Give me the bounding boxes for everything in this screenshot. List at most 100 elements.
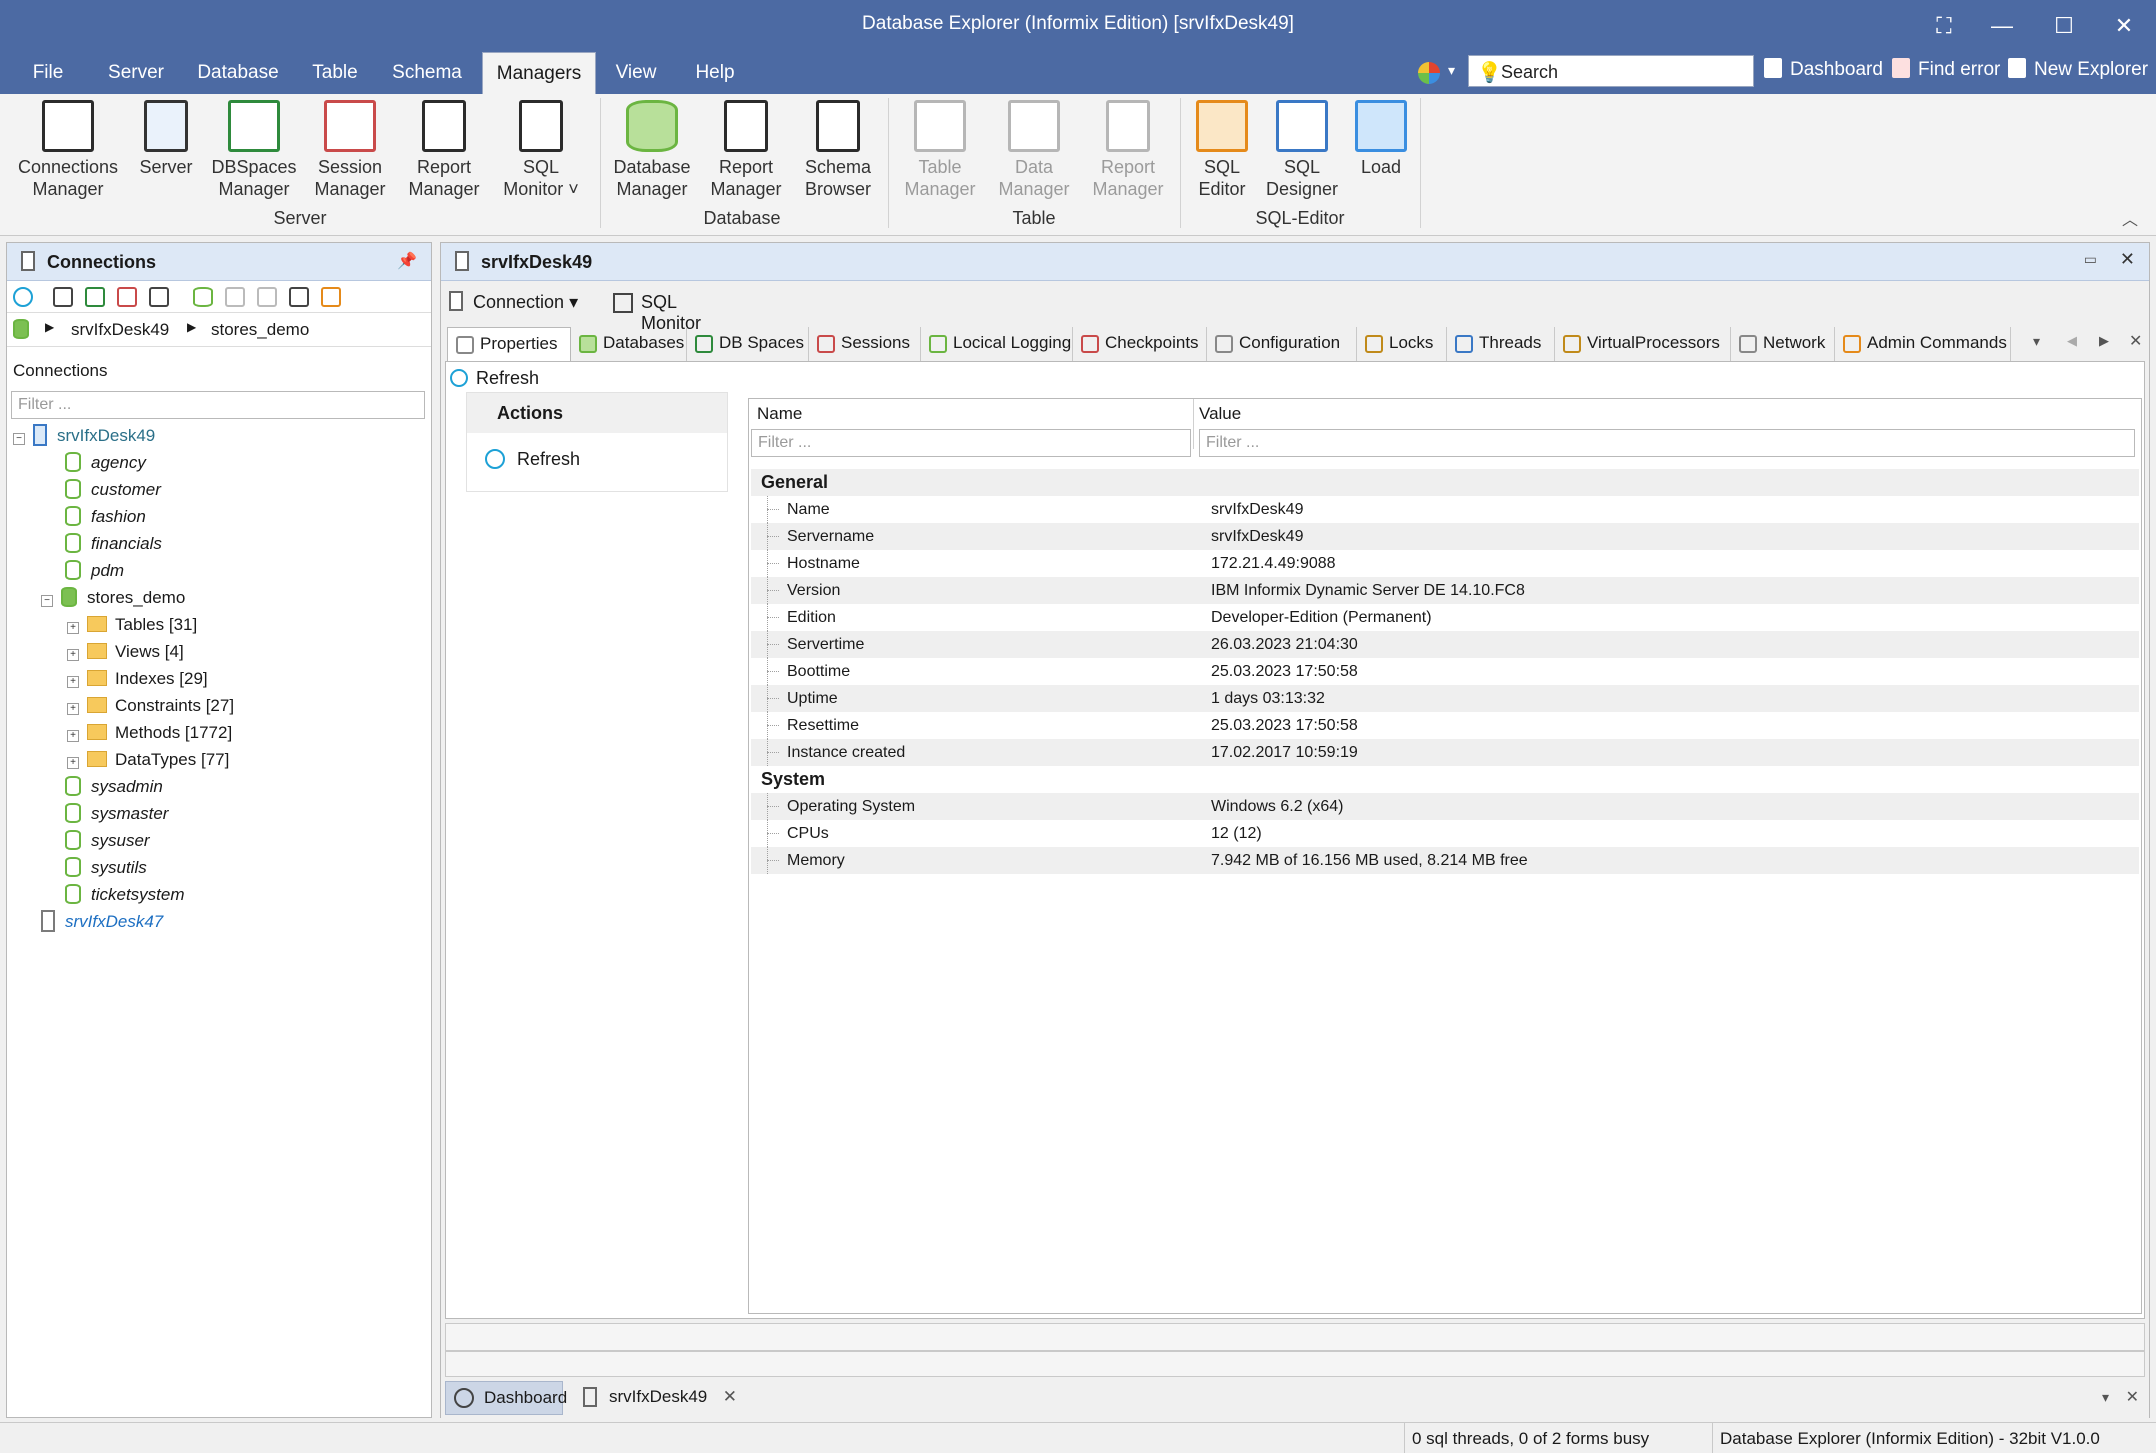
pin-icon[interactable]: 📌 [397, 251, 417, 271]
tab-admin-commands[interactable]: Admin Commands [1835, 327, 2011, 361]
tree-node-db[interactable]: sysmaster [65, 801, 168, 827]
property-row[interactable]: Hostname 172.21.4.49:9088 [751, 550, 2139, 577]
property-row[interactable]: Servertime 26.03.2023 21:04:30 [751, 631, 2139, 658]
tab-properties[interactable]: Properties [447, 327, 571, 363]
sql-editor-icon[interactable] [321, 287, 341, 307]
table-report-manager-button[interactable]: Report Manager [1086, 100, 1170, 200]
sql-designer-button[interactable]: SQL Designer [1260, 100, 1344, 200]
expand-icon[interactable]: + [67, 757, 79, 769]
tab-locical-logging[interactable]: Locical Logging [921, 327, 1073, 361]
property-row[interactable]: Memory 7.942 MB of 16.156 MB used, 8.214 … [751, 847, 2139, 874]
menu-table[interactable]: Table [300, 52, 370, 94]
minimize-button[interactable]: — [1982, 8, 2022, 44]
tab-list-dropdown-icon[interactable]: ▾ [2033, 333, 2040, 350]
refresh-button[interactable]: Refresh [450, 368, 539, 389]
sql-editor-button[interactable]: SQL Editor [1190, 100, 1254, 200]
db-report-manager-button[interactable]: Report Manager [704, 100, 788, 200]
property-row[interactable]: Operating System Windows 6.2 (x64) [751, 793, 2139, 820]
tab-dbspaces[interactable]: DB Spaces [687, 327, 809, 361]
load-button[interactable]: Load [1350, 100, 1412, 178]
property-row[interactable]: Boottime 25.03.2023 17:50:58 [751, 658, 2139, 685]
tab-checkpoints[interactable]: Checkpoints [1073, 327, 1207, 361]
tree-node-tables[interactable]: + Tables [31] [67, 612, 197, 638]
tab-sessions[interactable]: Sessions [809, 327, 921, 361]
section-general[interactable]: General [751, 469, 2139, 496]
table-manager-button[interactable]: Table Manager [898, 100, 982, 200]
menu-schema[interactable]: Schema [384, 52, 470, 94]
breadcrumb-server[interactable]: srvIfxDesk49 [71, 320, 169, 340]
property-row[interactable]: Edition Developer-Edition (Permanent) [751, 604, 2139, 631]
data-manager-button[interactable]: Data Manager [992, 100, 1076, 200]
chevron-down-icon[interactable]: ▾ [2102, 1389, 2109, 1406]
tab-scroll-left-icon[interactable]: ◀ [2067, 333, 2077, 349]
schema-icon[interactable] [289, 287, 309, 307]
tree-node-constraints[interactable]: + Constraints [27] [67, 693, 234, 719]
expand-icon[interactable]: + [67, 676, 79, 688]
tree-node-db[interactable]: pdm [65, 558, 124, 584]
menu-database[interactable]: Database [188, 52, 288, 94]
expand-icon[interactable]: + [67, 730, 79, 742]
sessions-icon[interactable] [117, 287, 137, 307]
horizontal-scrollbar[interactable] [445, 1323, 2145, 1351]
close-tab-icon[interactable]: ✕ [2129, 331, 2142, 351]
schema-browser-button[interactable]: Schema Browser [798, 100, 878, 200]
report-icon[interactable] [149, 287, 169, 307]
tree-node-db[interactable]: ticketsystem [65, 882, 185, 908]
collapse-icon[interactable]: − [41, 595, 53, 607]
tree-node-db[interactable]: fashion [65, 504, 146, 530]
restore-icon[interactable]: ▭ [2084, 251, 2097, 268]
menu-file[interactable]: File [14, 52, 82, 94]
close-icon[interactable]: ✕ [2120, 249, 2135, 270]
connection-dropdown[interactable]: Connection ▾ [473, 292, 578, 313]
tree-node-indexes[interactable]: + Indexes [29] [67, 666, 208, 692]
close-icon[interactable]: ✕ [2126, 1387, 2139, 1407]
tree-node-db[interactable]: customer [65, 477, 161, 503]
tree-node-db[interactable]: sysutils [65, 855, 147, 881]
value-filter-input[interactable]: Filter ... [1199, 429, 2135, 457]
dbspaces-manager-button[interactable]: DBSpaces Manager [206, 100, 302, 200]
connections-manager-button[interactable]: Connections Manager [12, 100, 124, 200]
tree-node-db[interactable]: sysadmin [65, 774, 163, 800]
menu-managers[interactable]: Managers [482, 52, 596, 94]
breadcrumb-database[interactable]: stores_demo [211, 320, 309, 340]
property-row[interactable]: Version IBM Informix Dynamic Server DE 14… [751, 577, 2139, 604]
expand-icon[interactable]: + [67, 703, 79, 715]
tab-locks[interactable]: Locks [1357, 327, 1447, 361]
tree-node-db[interactable]: agency [65, 450, 146, 476]
property-row[interactable]: Servername srvIfxDesk49 [751, 523, 2139, 550]
data-icon[interactable] [257, 287, 277, 307]
tab-databases[interactable]: Databases [571, 327, 687, 361]
tab-threads[interactable]: Threads [1447, 327, 1555, 361]
dashboard-link[interactable]: Dashboard [1764, 58, 1883, 81]
dbspaces-icon[interactable] [85, 287, 105, 307]
server-info-icon[interactable] [53, 287, 73, 307]
tree-node-db[interactable]: sysuser [65, 828, 150, 854]
tree-node-db-open[interactable]: − stores_demo [41, 585, 185, 611]
doctab-dashboard[interactable]: Dashboard [445, 1381, 567, 1415]
tree-node-server[interactable]: − srvIfxDesk49 [13, 423, 155, 449]
menu-help[interactable]: Help [682, 52, 748, 94]
menu-view[interactable]: View [604, 52, 668, 94]
name-filter-input[interactable]: Filter ... [751, 429, 1191, 457]
doctab-server[interactable]: srvIfxDesk49 ✕ [571, 1381, 741, 1415]
expand-icon[interactable]: + [67, 649, 79, 661]
property-row[interactable]: Resettime 25.03.2023 17:50:58 [751, 712, 2139, 739]
section-system[interactable]: System [751, 766, 2139, 793]
theme-icon[interactable] [1418, 62, 1440, 84]
tree-node-db[interactable]: financials [65, 531, 162, 557]
connections-filter-input[interactable]: Filter ... [11, 391, 425, 419]
server-button[interactable]: Server [134, 100, 198, 178]
maximize-button[interactable]: ☐ [2044, 8, 2084, 44]
report-manager-button[interactable]: Report Manager [402, 100, 486, 200]
actions-refresh-link[interactable]: Refresh [485, 449, 580, 470]
close-icon[interactable]: ✕ [723, 1381, 737, 1413]
property-row[interactable]: Instance created 17.02.2017 10:59:19 [751, 739, 2139, 766]
tab-configuration[interactable]: Configuration [1207, 327, 1357, 361]
property-row[interactable]: Name srvIfxDesk49 [751, 496, 2139, 523]
menu-server[interactable]: Server [96, 52, 176, 94]
tree-node-server2[interactable]: srvIfxDesk47 [41, 909, 163, 935]
expand-icon[interactable]: + [67, 622, 79, 634]
tree-node-methods[interactable]: + Methods [1772] [67, 720, 232, 746]
tab-virtualprocessors[interactable]: VirtualProcessors [1555, 327, 1731, 361]
property-row[interactable]: CPUs 12 (12) [751, 820, 2139, 847]
